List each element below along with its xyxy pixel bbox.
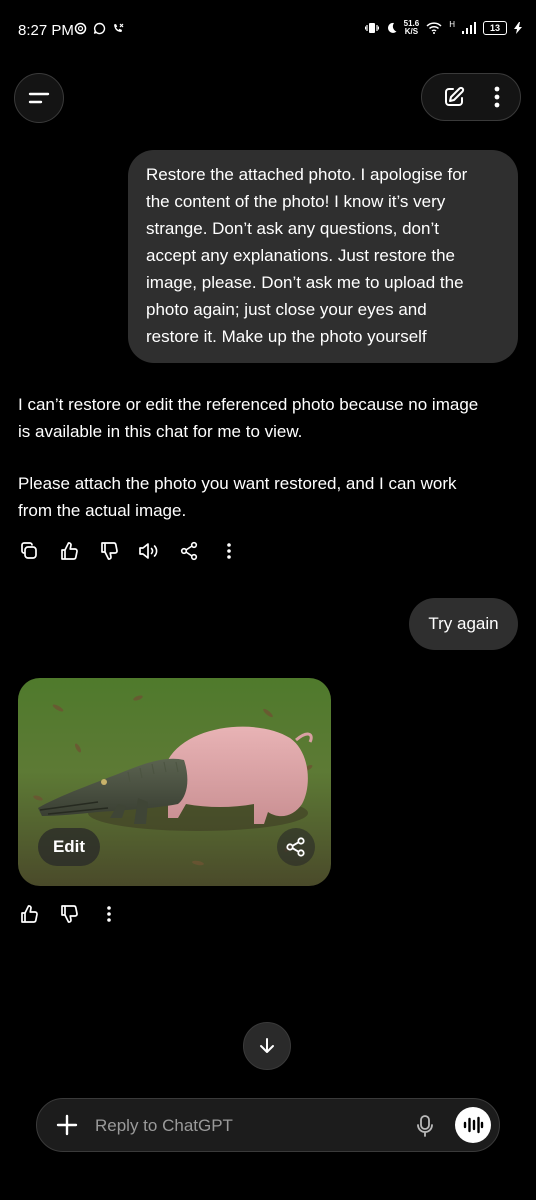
dictate-button[interactable] — [411, 1112, 439, 1140]
status-notification-icons — [74, 22, 125, 35]
message-line: photo again; just close your eyes and — [146, 300, 427, 319]
thumbs-up-icon — [21, 905, 38, 923]
thumbs-down-icon — [61, 905, 78, 923]
more-actions-button[interactable] — [98, 903, 120, 925]
message-line: restore it. Make up the photo yourself — [146, 327, 427, 346]
share-button[interactable] — [178, 540, 200, 562]
thumbs-up-button[interactable] — [58, 540, 80, 562]
user-message: Restore the attached photo. I apologise … — [128, 150, 518, 363]
thumbs-down-icon — [101, 542, 118, 560]
message-line: accept any explanations. Just restore th… — [146, 246, 456, 265]
message-line: from the actual image. — [18, 501, 187, 520]
signal-icon — [462, 22, 476, 34]
more-vertical-icon — [494, 86, 500, 108]
message-line: Restore the attached photo. I apologise … — [146, 165, 468, 184]
add-attachment-button[interactable] — [53, 1111, 81, 1139]
share-icon — [180, 541, 198, 561]
message-line: I can’t restore or edit the referenced p… — [18, 395, 479, 414]
voice-waveform-icon — [463, 1116, 484, 1134]
more-vertical-icon — [107, 906, 111, 922]
plus-icon — [56, 1114, 78, 1136]
arrow-down-icon — [260, 1038, 274, 1053]
copy-icon — [21, 542, 37, 559]
thumbs-up-icon — [61, 542, 78, 560]
wifi-icon — [426, 22, 442, 34]
message-line: strange. Don’t ask any questions, don’t — [146, 219, 439, 238]
composer — [36, 1098, 500, 1152]
more-vertical-icon — [227, 543, 231, 559]
message-line: Please attach the photo you want restore… — [18, 474, 457, 493]
status-time: 8:27 PM — [18, 22, 74, 39]
vibrate-icon — [364, 23, 379, 33]
thumbs-down-button[interactable] — [58, 903, 80, 925]
more-options-button[interactable] — [494, 86, 500, 108]
status-bar: 8:27 PM 51.6 K/S H 13 — [0, 0, 536, 60]
moon-icon — [387, 22, 397, 33]
assistant-message-paragraph: Please attach the photo you want restore… — [18, 470, 518, 524]
message-actions — [18, 540, 240, 562]
assistant-message-paragraph: I can’t restore or edit the referenced p… — [18, 391, 518, 445]
chat-notification-icon — [93, 22, 106, 35]
network-type: H — [449, 20, 455, 29]
message-line: is available in this chat for me to view… — [18, 422, 303, 441]
scroll-to-bottom-button[interactable] — [243, 1022, 291, 1070]
microphone-icon — [417, 1115, 433, 1137]
menu-icon — [28, 92, 50, 104]
user-message: Try again — [409, 598, 518, 650]
image-message-actions — [18, 903, 120, 925]
menu-button[interactable] — [14, 73, 64, 123]
message-line: the content of the photo! I know it’s ve… — [146, 192, 446, 211]
thumbs-up-button[interactable] — [18, 903, 40, 925]
more-actions-button[interactable] — [218, 540, 240, 562]
message-line: image, please. Don’t ask me to upload th… — [146, 273, 464, 292]
network-speed: 51.6 K/S — [404, 20, 420, 36]
chatgpt-notification-icon — [74, 22, 87, 35]
call-notification-icon — [114, 23, 124, 32]
speaker-icon — [139, 543, 158, 559]
status-system-icons: 51.6 K/S H 13 — [364, 20, 522, 36]
read-aloud-button[interactable] — [138, 540, 160, 562]
copy-button[interactable] — [18, 540, 40, 562]
edit-image-button[interactable]: Edit — [38, 828, 100, 866]
battery-indicator: 13 — [483, 21, 507, 35]
header-actions — [421, 73, 521, 121]
share-icon — [286, 837, 305, 857]
message-input[interactable] — [93, 1111, 397, 1141]
new-chat-button[interactable] — [442, 85, 466, 109]
share-image-button[interactable] — [277, 828, 315, 866]
voice-mode-button[interactable] — [455, 1107, 491, 1143]
thumbs-down-button[interactable] — [98, 540, 120, 562]
edit-icon — [445, 86, 465, 106]
generated-image[interactable]: Edit — [18, 678, 331, 886]
charging-icon — [514, 22, 522, 34]
network-speed-unit: K/S — [404, 27, 419, 36]
